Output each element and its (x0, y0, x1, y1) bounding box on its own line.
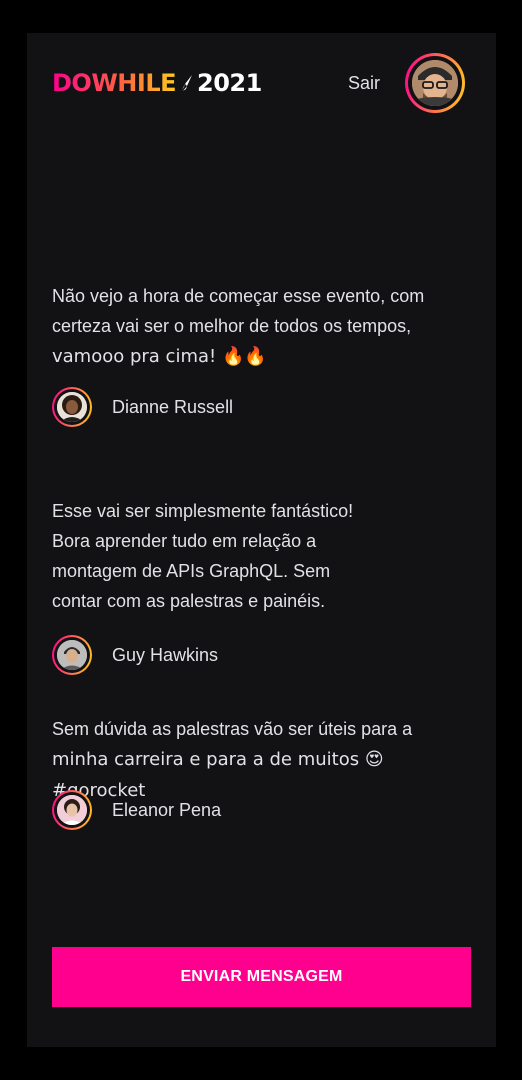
header: DOWHILE 2021 Sair (27, 33, 496, 133)
message-line: Não vejo a hora de começar esse evento, … (52, 286, 425, 306)
author-name: Guy Hawkins (112, 645, 219, 665)
author-avatar (52, 635, 92, 675)
message-line: certeza vai ser o melhor de todos os tem… (52, 316, 412, 336)
message-line: Esse vai ser simplesmente fantástico! (52, 501, 354, 521)
message-item: Não vejo a hora de começar esse evento, … (52, 281, 452, 427)
message-author: Guy Hawkins (52, 635, 352, 675)
rocket-icon (180, 74, 194, 92)
message-line: Bora aprender tudo em relação a (52, 531, 317, 551)
author-name: Eleanor Pena (112, 800, 222, 820)
message-author: Dianne Russell (52, 387, 352, 427)
send-message-button[interactable]: ENVIAR MENSAGEM (52, 947, 471, 1007)
dowhile-logo: DOWHILE 2021 (52, 69, 262, 97)
message-line: contar com as palestras e painéis. (52, 591, 326, 611)
author-name: Dianne Russell (112, 397, 234, 417)
app-container: DOWHILE 2021 Sair Não vejo a hora de com… (27, 33, 496, 1047)
message-text: Esse vai ser simplesmente fantástico! Bo… (52, 496, 452, 616)
message-item: Esse vai ser simplesmente fantástico! Bo… (52, 496, 452, 675)
sign-out-link[interactable]: Sair (348, 73, 380, 94)
message-line: vamooo pra cima! 🔥🔥 (52, 346, 267, 367)
message-author: Eleanor Pena (52, 790, 352, 830)
message-text: Não vejo a hora de começar esse evento, … (52, 281, 452, 372)
logo-text: DOWHILE (52, 69, 177, 97)
message-line: montagem de APIs GraphQL. Sem (52, 561, 331, 581)
author-avatar (52, 790, 92, 830)
author-avatar (52, 387, 92, 427)
message-line: Sem dúvida as palestras vão ser úteis pa… (52, 719, 413, 739)
user-avatar-image (412, 60, 458, 106)
logo-year: 2021 (197, 69, 262, 97)
user-avatar[interactable] (405, 53, 465, 113)
message-item: Sem dúvida as palestras vão ser úteis pa… (52, 714, 452, 830)
